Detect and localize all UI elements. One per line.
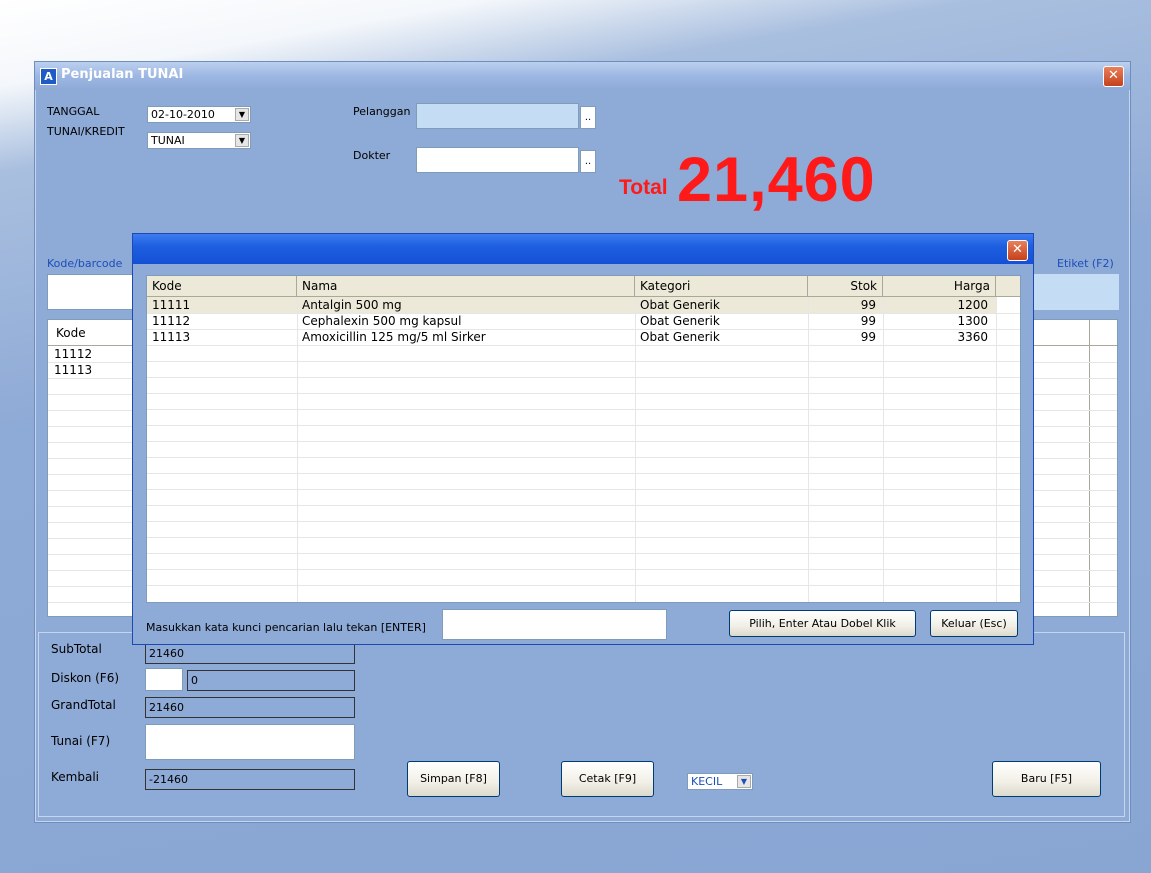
dokter-input[interactable] <box>416 147 579 173</box>
column-header-spacer <box>996 276 1020 297</box>
etiket-panel <box>1033 274 1119 310</box>
diskon-label: Diskon (F6) <box>51 671 120 685</box>
cell-nama[interactable]: Cephalexin 500 mg kapsul <box>302 314 461 329</box>
dialog-title-bar[interactable]: ✕ <box>133 234 1033 264</box>
cell-nama[interactable]: Antalgin 500 mg <box>302 298 402 313</box>
cell-harga[interactable]: 1200 <box>883 298 988 313</box>
cell-stok[interactable]: 99 <box>808 298 876 313</box>
dokter-browse-button[interactable]: .. <box>580 150 596 173</box>
cell-kode[interactable]: 11113 <box>152 330 190 345</box>
tanggal-label: TANGGAL <box>47 105 100 118</box>
keluar-button[interactable]: Keluar (Esc) <box>930 610 1018 637</box>
tanggal-value: 02-10-2010 <box>151 108 215 121</box>
subtotal-label: SubTotal <box>51 642 102 656</box>
simpan-button[interactable]: Simpan [F8] <box>407 761 500 797</box>
cell-stok[interactable]: 99 <box>808 314 876 329</box>
cell-harga[interactable]: 3360 <box>883 330 988 345</box>
kembali-label: Kembali <box>51 770 99 784</box>
total-value: 21,460 <box>677 145 876 215</box>
dialog-close-button[interactable]: ✕ <box>1007 240 1028 261</box>
cell-kategori[interactable]: Obat Generik <box>640 330 720 345</box>
search-label: Masukkan kata kunci pencarian lalu tekan… <box>146 621 426 634</box>
pelanggan-input[interactable] <box>416 103 579 129</box>
column-header-harga[interactable]: Harga <box>883 276 996 297</box>
app-icon: A <box>40 68 57 85</box>
diskon-percent-input[interactable] <box>145 668 183 691</box>
tunai-kredit-label: TUNAI/KREDIT <box>47 125 125 138</box>
subtotal-field: 21460 <box>145 643 355 664</box>
print-size-select[interactable]: KECIL ▼ <box>687 773 753 790</box>
pilih-button[interactable]: Pilih, Enter Atau Dobel Klik <box>729 610 916 637</box>
column-header-kode[interactable]: Kode <box>56 326 86 340</box>
chevron-down-icon[interactable]: ▼ <box>737 775 751 788</box>
pelanggan-browse-button[interactable]: .. <box>580 106 596 129</box>
grandtotal-label: GrandTotal <box>51 698 116 712</box>
grid-divider <box>1089 320 1090 616</box>
search-dialog: ✕ Kode Nama Kategori Stok Harga 11111 An… <box>132 233 1034 645</box>
kembali-field: -21460 <box>145 769 355 790</box>
column-header-kategori[interactable]: Kategori <box>635 276 808 297</box>
diskon-amount-field: 0 <box>187 670 355 691</box>
window-title: Penjualan TUNAI <box>61 67 184 82</box>
cetak-button[interactable]: Cetak [F9] <box>561 761 654 797</box>
kode-barcode-label: Kode/barcode <box>47 257 123 270</box>
baru-button[interactable]: Baru [F5] <box>992 761 1101 797</box>
cell-nama[interactable]: Amoxicillin 125 mg/5 ml Sirker <box>302 330 486 345</box>
cell-kategori[interactable]: Obat Generik <box>640 298 720 313</box>
main-title-bar[interactable]: A Penjualan TUNAI ✕ <box>35 62 1130 90</box>
cell-stok[interactable]: 99 <box>808 330 876 345</box>
print-size-value: KECIL <box>691 775 723 788</box>
main-close-button[interactable]: ✕ <box>1103 66 1124 87</box>
column-header-nama[interactable]: Nama <box>297 276 635 297</box>
cell-kategori[interactable]: Obat Generik <box>640 314 720 329</box>
tunai-input[interactable] <box>145 724 355 760</box>
tanggal-date-picker[interactable]: 02-10-2010 ▼ <box>147 106 251 123</box>
search-input[interactable] <box>442 609 667 640</box>
pelanggan-label: Pelanggan <box>353 105 411 118</box>
column-header-kode[interactable]: Kode <box>147 276 297 297</box>
grandtotal-field: 21460 <box>145 697 355 718</box>
cell-kode[interactable]: 11111 <box>152 298 190 313</box>
tunai-kredit-value: TUNAI <box>151 134 185 147</box>
etiket-label[interactable]: Etiket (F2) <box>1057 257 1114 270</box>
tunai-kredit-select[interactable]: TUNAI ▼ <box>147 132 251 149</box>
total-label: Total <box>619 176 668 199</box>
cell-harga[interactable]: 1300 <box>883 314 988 329</box>
kode-barcode-input[interactable] <box>47 274 137 310</box>
chevron-down-icon[interactable]: ▼ <box>235 134 249 147</box>
tunai-label: Tunai (F7) <box>51 734 111 748</box>
sales-grid-cell-kode[interactable]: 11112 <box>54 347 92 362</box>
column-header-stok[interactable]: Stok <box>808 276 883 297</box>
chevron-down-icon[interactable]: ▼ <box>235 108 249 121</box>
sales-grid-cell-kode[interactable]: 11113 <box>54 363 92 378</box>
cell-kode[interactable]: 11112 <box>152 314 190 329</box>
dokter-label: Dokter <box>353 149 391 162</box>
product-grid[interactable]: Kode Nama Kategori Stok Harga 11111 Anta… <box>146 275 1021 603</box>
